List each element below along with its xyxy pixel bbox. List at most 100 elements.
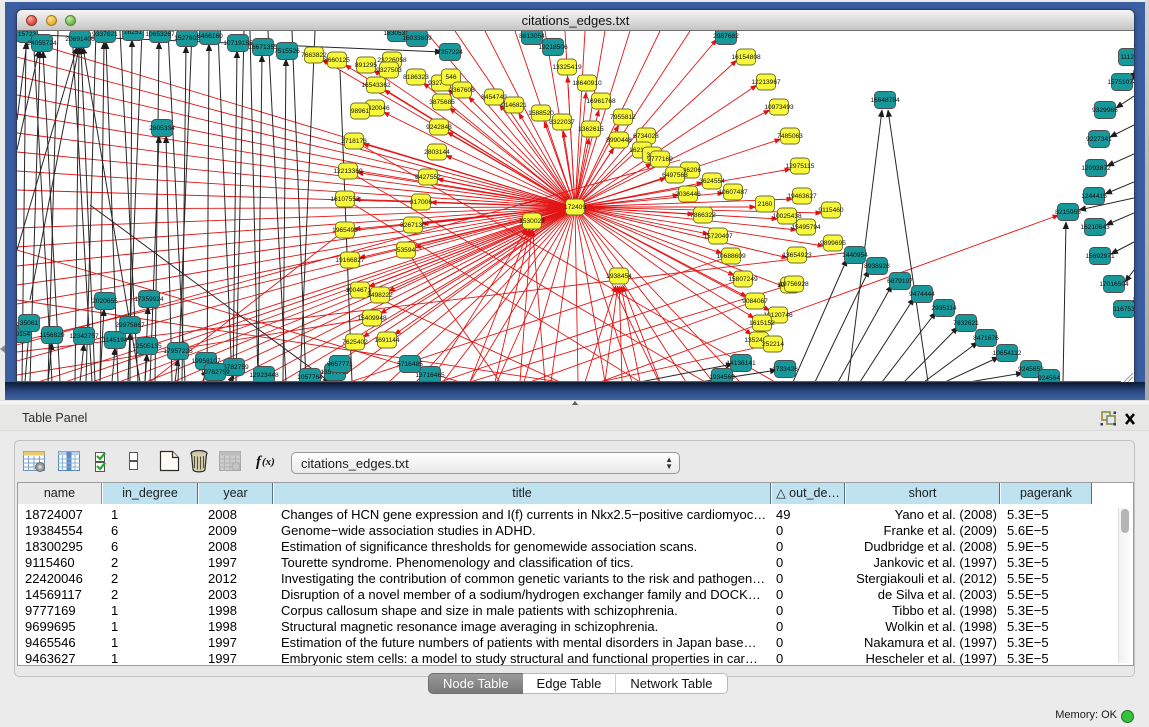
- svg-text:1691144: 1691144: [374, 337, 400, 344]
- svg-text:2803144: 2803144: [424, 149, 450, 156]
- svg-text:16033809: 16033809: [402, 35, 432, 42]
- svg-text:9146821: 9146821: [501, 102, 527, 109]
- svg-text:3875685: 3875685: [429, 99, 455, 106]
- svg-text:20691406: 20691406: [65, 36, 95, 43]
- svg-text:3267130: 3267130: [400, 222, 426, 229]
- svg-text:15751074: 15751074: [1107, 79, 1134, 86]
- svg-text:(x): (x): [262, 456, 275, 468]
- svg-text:317006: 317006: [410, 199, 432, 206]
- svg-text:891295: 891295: [355, 62, 377, 69]
- svg-text:9329966: 9329966: [1092, 107, 1118, 114]
- svg-text:18640910: 18640910: [572, 80, 602, 87]
- svg-text:546: 546: [445, 74, 456, 81]
- svg-text:6734028: 6734028: [633, 133, 659, 140]
- svg-text:8427552: 8427552: [415, 174, 441, 181]
- svg-text:10973493: 10973493: [764, 104, 794, 111]
- svg-text:9227341: 9227341: [1086, 136, 1112, 143]
- svg-text:5716485: 5716485: [397, 361, 423, 368]
- svg-text:10688609: 10688609: [716, 253, 746, 260]
- svg-text:53594: 53594: [397, 247, 416, 254]
- svg-text:10607487: 10607487: [718, 189, 748, 196]
- svg-text:1965493: 1965493: [332, 227, 358, 234]
- svg-text:1156829: 1156829: [39, 332, 65, 339]
- svg-text:17359924: 17359924: [134, 296, 164, 303]
- svg-text:13325419: 13325419: [552, 64, 582, 71]
- svg-text:7625402: 7625402: [342, 339, 368, 346]
- svg-text:1057764: 1057764: [297, 374, 323, 381]
- svg-text:2718176: 2718176: [341, 138, 367, 145]
- svg-text:15720407: 15720407: [703, 233, 733, 240]
- svg-text:98961: 98961: [351, 108, 370, 115]
- svg-text:17957225: 17957225: [163, 348, 193, 355]
- svg-text:7632621: 7632621: [953, 320, 979, 327]
- svg-text:1615152: 1615152: [749, 320, 775, 327]
- svg-text:9115460: 9115460: [818, 207, 844, 214]
- svg-text:10654112: 10654112: [993, 350, 1022, 357]
- svg-text:12975115: 12975115: [786, 163, 815, 170]
- svg-text:8215955: 8215955: [1055, 209, 1081, 216]
- svg-text:3624554: 3624554: [699, 178, 725, 185]
- svg-text:2020655: 2020655: [92, 298, 118, 305]
- svg-text:252214: 252214: [762, 341, 784, 348]
- svg-text:10762759: 10762759: [200, 369, 230, 376]
- svg-text:9084067: 9084067: [742, 298, 768, 305]
- svg-text:15409948: 15409948: [357, 315, 387, 322]
- svg-text:14136141: 14136141: [726, 360, 756, 367]
- svg-text:8454749: 8454749: [481, 94, 507, 101]
- svg-text:8186323: 8186323: [403, 74, 429, 81]
- svg-text:1934566: 1934566: [709, 374, 735, 381]
- svg-text:7485063: 7485063: [777, 133, 803, 140]
- svg-text:1244415: 1244415: [1081, 193, 1107, 200]
- svg-text:1733426: 1733426: [772, 366, 798, 373]
- svg-text:12342757: 12342757: [69, 333, 99, 340]
- svg-text:10025438: 10025438: [772, 213, 802, 220]
- svg-text:9337621: 9337621: [92, 31, 118, 38]
- svg-text:39154: 39154: [17, 331, 30, 338]
- svg-text:12213369: 12213369: [333, 168, 363, 175]
- svg-text:7357224: 7357224: [437, 49, 463, 56]
- svg-text:15692971: 15692971: [1085, 253, 1115, 260]
- svg-text:6497568: 6497568: [662, 172, 688, 179]
- svg-text:10653267: 10653267: [145, 31, 175, 38]
- svg-text:16543362: 16543362: [361, 82, 391, 89]
- svg-text:9242848: 9242848: [426, 124, 452, 131]
- svg-text:13654923: 13654923: [782, 252, 812, 259]
- svg-text:116753: 116753: [1113, 306, 1134, 313]
- svg-text:9657771: 9657771: [327, 361, 353, 368]
- svg-text:19756928: 19756928: [779, 281, 809, 288]
- svg-text:8471676: 8471676: [973, 335, 999, 342]
- svg-text:8813054: 8813054: [519, 33, 545, 40]
- svg-text:2367608: 2367608: [449, 87, 475, 94]
- svg-text:172409: 172409: [564, 204, 586, 211]
- svg-text:7515526: 7515526: [274, 48, 300, 55]
- svg-text:1588520: 1588520: [528, 110, 554, 117]
- svg-text:16107552: 16107552: [330, 196, 360, 203]
- svg-text:19218506: 19218506: [538, 44, 568, 51]
- svg-text:8322037: 8322037: [549, 119, 575, 126]
- svg-text:2987682: 2987682: [713, 33, 739, 40]
- svg-text:9474444: 9474444: [909, 291, 935, 298]
- svg-text:7866322: 7866322: [690, 212, 716, 219]
- svg-text:8990448: 8990448: [606, 137, 632, 144]
- svg-text:9777169: 9777169: [647, 156, 673, 163]
- svg-text:16251: 16251: [124, 31, 143, 36]
- svg-text:6879197: 6879197: [887, 278, 913, 285]
- svg-text:19166827: 19166827: [335, 257, 365, 264]
- svg-text:11124: 11124: [1120, 54, 1134, 61]
- svg-text:16961768: 16961768: [586, 98, 616, 105]
- svg-text:1362615: 1362615: [578, 126, 604, 133]
- svg-text:19463627: 19463627: [787, 193, 817, 200]
- svg-text:16154808: 16154808: [731, 54, 761, 61]
- svg-text:2805334: 2805334: [149, 125, 175, 132]
- svg-text:12093872: 12093872: [1081, 165, 1111, 172]
- svg-text:2036446: 2036446: [675, 191, 701, 198]
- svg-text:35061: 35061: [20, 320, 39, 327]
- svg-text:1530023: 1530023: [519, 218, 545, 225]
- svg-text:15807249: 15807249: [728, 276, 758, 283]
- svg-text:6466160: 6466160: [197, 33, 223, 40]
- svg-text:1440954: 1440954: [842, 252, 868, 259]
- svg-text:7955812: 7955812: [610, 114, 636, 121]
- svg-text:2935114: 2935114: [931, 305, 957, 312]
- svg-text:12213967: 12213967: [751, 79, 781, 86]
- svg-text:924564: 924564: [1038, 375, 1060, 381]
